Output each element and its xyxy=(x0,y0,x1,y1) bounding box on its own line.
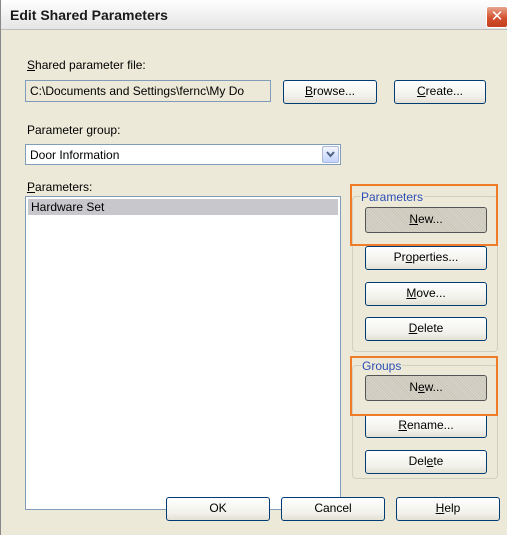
dialog-body: Shared parameter file: C:\Documents and … xyxy=(1,30,507,535)
rename-button[interactable]: Rename... xyxy=(365,414,487,438)
browse-button[interactable]: Browse... xyxy=(283,80,377,104)
groups-highlight-box xyxy=(350,356,498,416)
cancel-button[interactable]: Cancel xyxy=(281,497,385,521)
chevron-down-icon xyxy=(326,151,335,158)
parameter-group-select[interactable]: Door Information xyxy=(25,144,341,165)
parameters-highlight-box xyxy=(350,184,498,246)
close-button[interactable]: ✕ xyxy=(486,6,507,28)
properties-button[interactable]: Properties... xyxy=(365,246,487,270)
move-button[interactable]: Move... xyxy=(365,282,487,306)
parameter-group-value: Door Information xyxy=(30,148,120,162)
shared-parameter-file-label: Shared parameter file: xyxy=(27,58,146,72)
parameter-group-label: Parameter group: xyxy=(27,123,121,137)
group-delete-button[interactable]: Delete xyxy=(365,450,487,474)
parameter-delete-button[interactable]: Delete xyxy=(365,317,487,341)
create-button[interactable]: Create... xyxy=(394,80,486,104)
parameters-label: Parameters: xyxy=(27,180,93,194)
dialog-title: Edit Shared Parameters xyxy=(10,7,168,23)
close-icon: ✕ xyxy=(490,8,504,25)
dropdown-button[interactable] xyxy=(322,146,339,163)
title-bar[interactable]: Edit Shared Parameters ✕ xyxy=(1,0,507,30)
edit-shared-parameters-dialog: Edit Shared Parameters ✕ Shared paramete… xyxy=(0,0,507,535)
shared-parameter-file-field[interactable]: C:\Documents and Settings\fernc\My Do xyxy=(25,80,271,102)
parameters-list[interactable]: Hardware Set xyxy=(25,196,341,510)
list-item[interactable]: Hardware Set xyxy=(28,199,338,215)
help-button[interactable]: Help xyxy=(396,497,500,521)
ok-button[interactable]: OK xyxy=(166,497,270,521)
